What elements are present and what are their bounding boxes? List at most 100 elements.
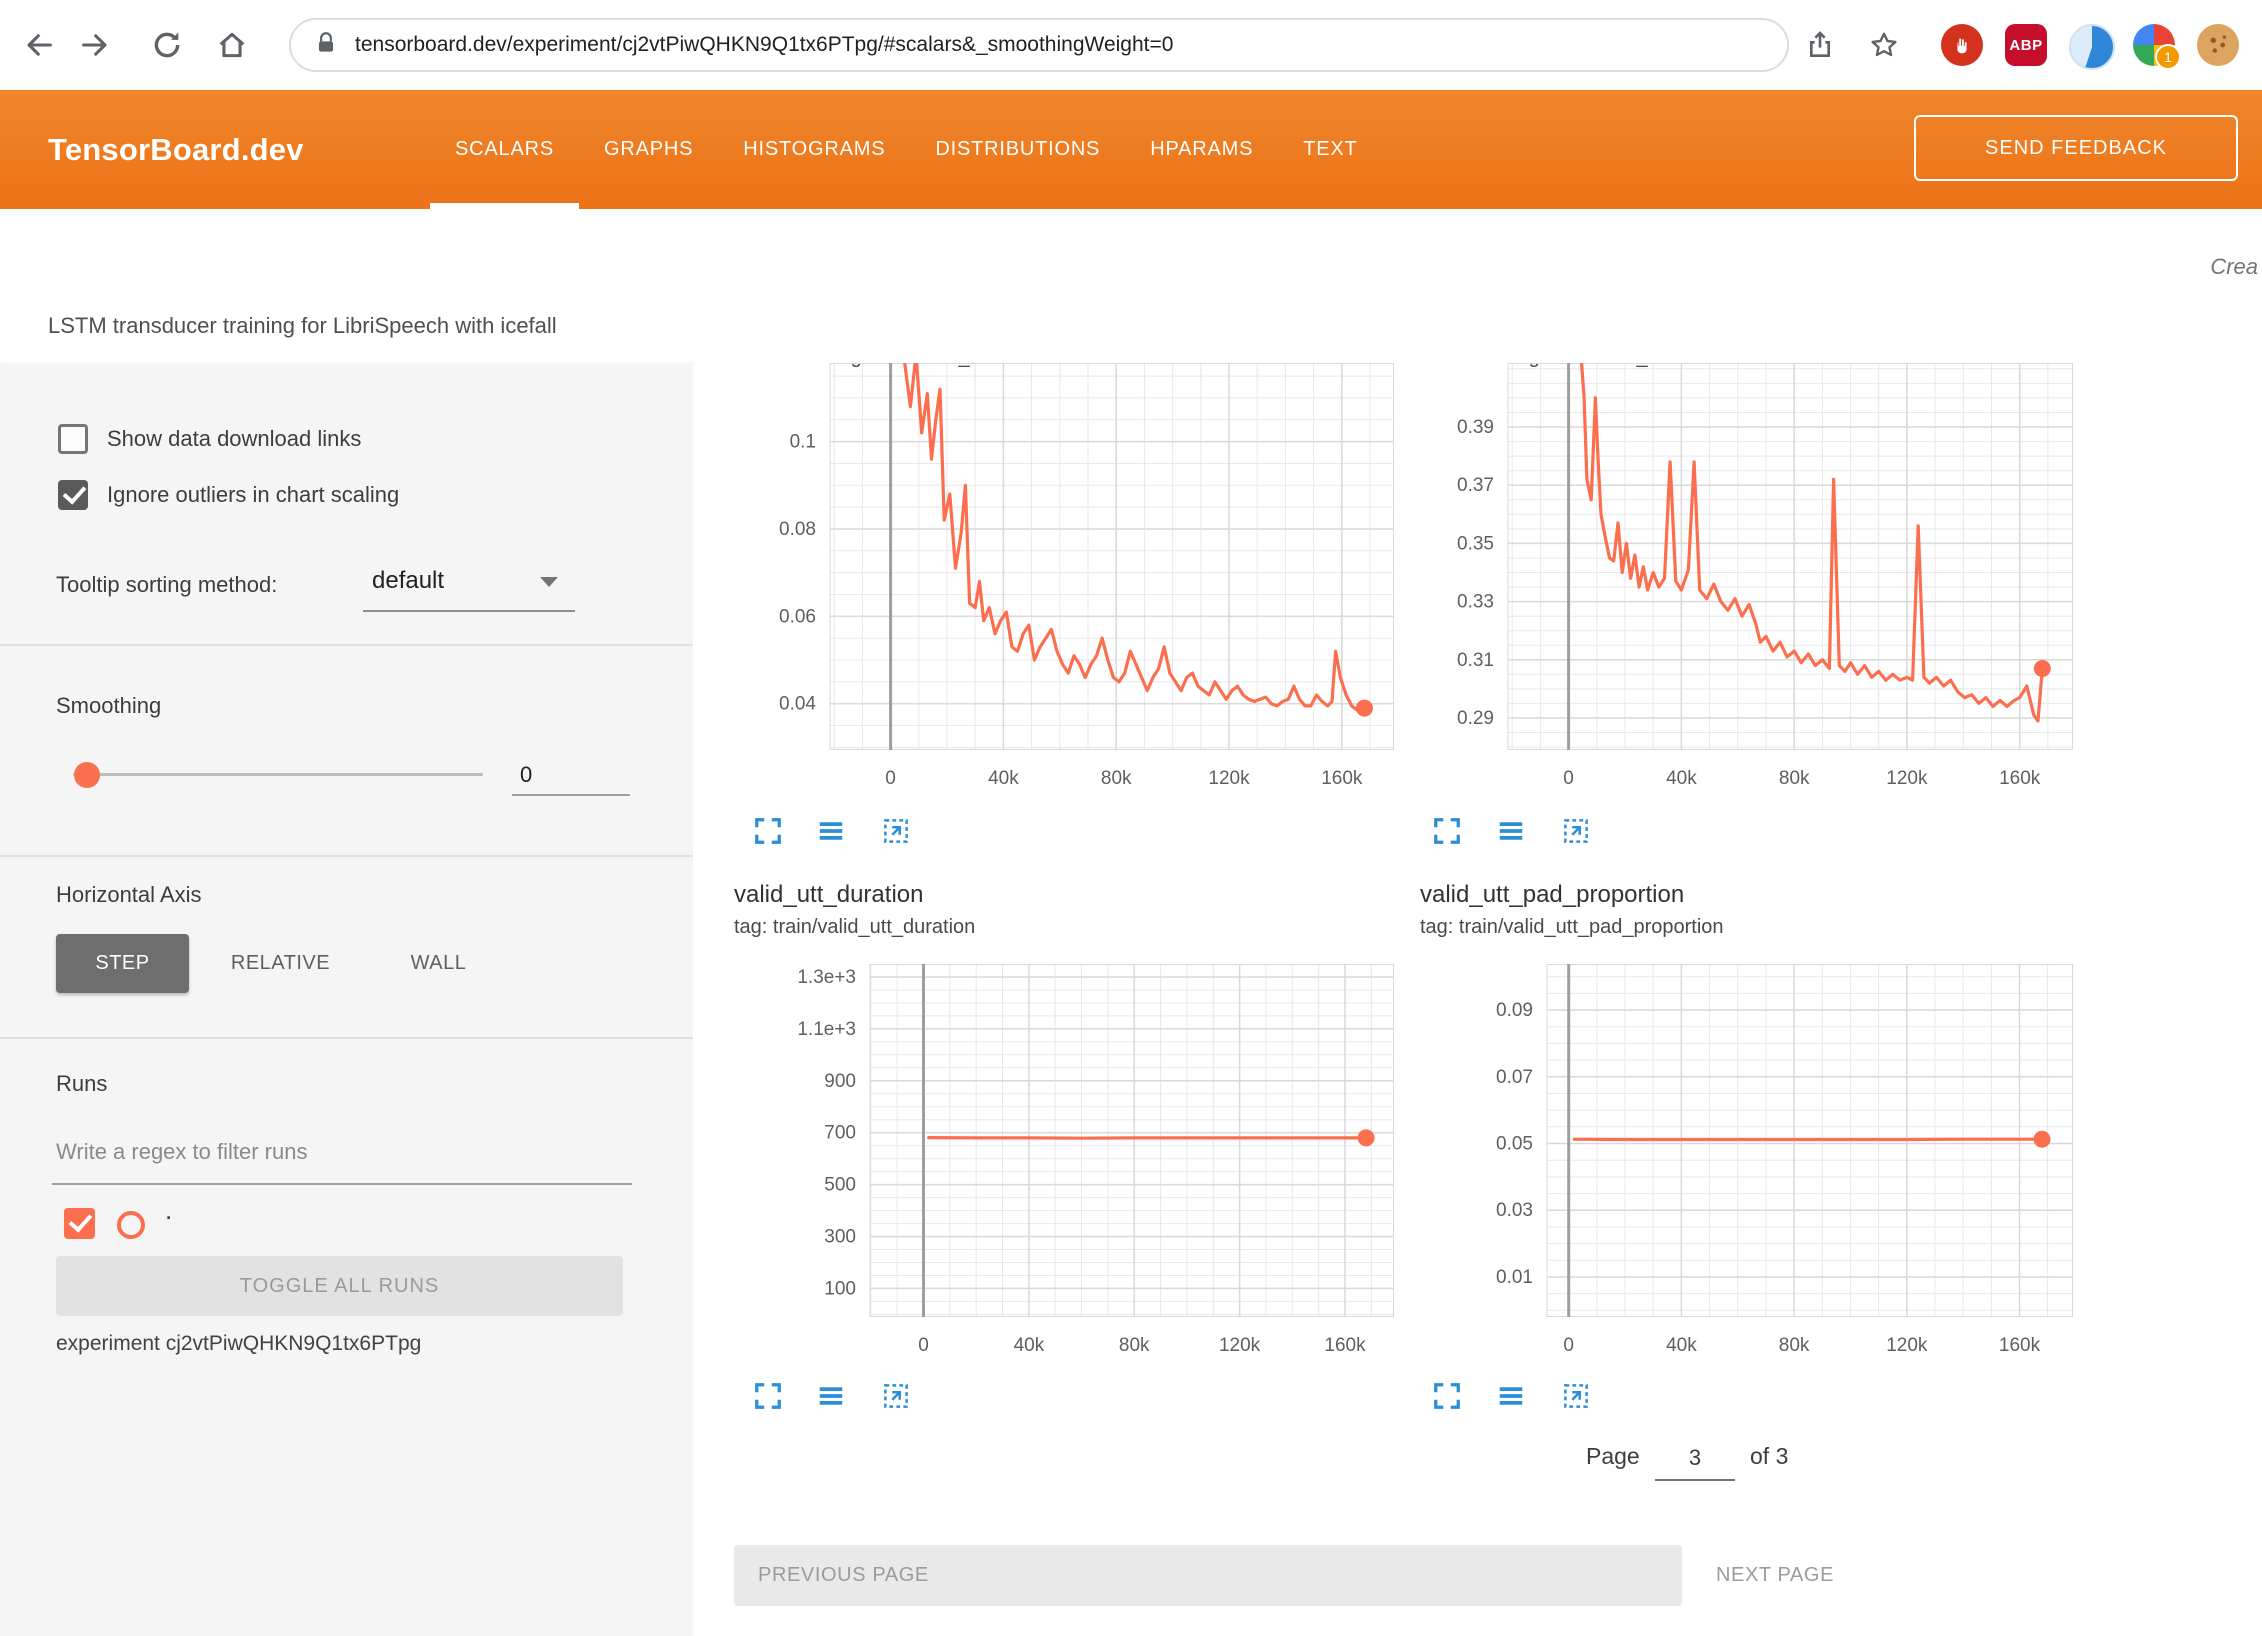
cookie-extension-icon[interactable]: [2197, 24, 2239, 66]
show-download-checkbox[interactable]: [58, 424, 88, 454]
experiment-description: LSTM transducer training for LibriSpeech…: [48, 313, 557, 339]
line-chart[interactable]: 0.010.030.050.070.09040k80k120k160k: [1442, 964, 2073, 1364]
svg-text:80k: 80k: [1779, 768, 1810, 789]
tab-distributions[interactable]: DISTRIBUTIONS: [910, 90, 1125, 209]
svg-text:0: 0: [1563, 1335, 1574, 1356]
expand-chart-button[interactable]: [751, 814, 785, 848]
settings-sidebar: Show data download links Ignore outliers…: [0, 363, 694, 1636]
next-page-button[interactable]: NEXT PAGE: [1716, 1545, 1936, 1606]
fit-domain-button[interactable]: [879, 1379, 913, 1413]
browser-toolbar: tensorboard.dev/experiment/cj2vtPiwQHKN9…: [0, 0, 2262, 91]
fit-domain-icon: [1561, 1381, 1591, 1411]
app-header: TensorBoard.dev SCALARS GRAPHS HISTOGRAM…: [0, 90, 2262, 209]
adblock-extension-icon[interactable]: [1941, 24, 1983, 66]
extension-badge: 1: [2155, 44, 2181, 70]
chevron-down-icon[interactable]: [540, 577, 558, 587]
expand-icon: [1432, 1381, 1462, 1411]
svg-text:700: 700: [824, 1123, 856, 1144]
tooltip-sorting-underline: [363, 610, 575, 612]
tooltip-sorting-select[interactable]: default: [372, 567, 444, 595]
experiment-id-label: experiment cj2vtPiwQHKN9Q1tx6PTpg: [56, 1332, 421, 1356]
runs-list-button[interactable]: [814, 814, 848, 848]
svg-text:80k: 80k: [1101, 768, 1132, 789]
axis-relative-button[interactable]: RELATIVE: [189, 934, 372, 993]
svg-text:0.07: 0.07: [1496, 1067, 1533, 1088]
fit-domain-icon: [881, 816, 911, 846]
svg-text:40k: 40k: [1666, 768, 1697, 789]
lines-icon: [816, 816, 846, 846]
page: tensorboard.dev/experiment/cj2vtPiwQHKN9…: [0, 0, 2262, 1636]
reload-icon[interactable]: [140, 18, 194, 72]
svg-text:0.29: 0.29: [1457, 708, 1494, 729]
abp-extension-icon[interactable]: ABP: [2005, 24, 2047, 66]
send-feedback-button[interactable]: SEND FEEDBACK: [1914, 115, 2238, 181]
runs-list-button[interactable]: [1494, 814, 1528, 848]
blue-extension-icon[interactable]: [2069, 24, 2115, 70]
svg-text:0.37: 0.37: [1457, 475, 1494, 496]
home-icon[interactable]: [205, 18, 259, 72]
lines-icon: [1496, 816, 1526, 846]
run-checkbox[interactable]: [64, 1208, 95, 1239]
axis-wall-button[interactable]: WALL: [372, 934, 505, 993]
back-icon[interactable]: [12, 18, 66, 72]
lines-icon: [816, 1381, 846, 1411]
svg-text:160k: 160k: [1321, 768, 1363, 789]
runs-list-button[interactable]: [814, 1379, 848, 1413]
fit-domain-button[interactable]: [879, 814, 913, 848]
svg-text:1.3e+3: 1.3e+3: [797, 967, 856, 988]
url-bar[interactable]: tensorboard.dev/experiment/cj2vtPiwQHKN9…: [289, 18, 1789, 72]
line-chart[interactable]: 1003005007009001.1e+31.3e+3040k80k120k16…: [762, 964, 1394, 1364]
svg-text:0.06: 0.06: [779, 606, 816, 627]
chart-subtitle: tag: train/valid_utt_pad_proportion: [1420, 916, 1724, 939]
smoothing-slider-thumb[interactable]: [74, 762, 100, 788]
svg-text:40k: 40k: [1666, 1335, 1697, 1356]
ignore-outliers-checkbox[interactable]: [58, 480, 88, 510]
line-chart[interactable]: 0.040.060.080.1040k80k120k160k: [745, 363, 1394, 798]
tab-scalars[interactable]: SCALARS: [430, 90, 579, 209]
lock-icon[interactable]: [313, 30, 339, 61]
bookmark-star-icon[interactable]: [1857, 18, 1911, 72]
tab-graphs[interactable]: GRAPHS: [579, 90, 718, 209]
tab-hparams[interactable]: HPARAMS: [1125, 90, 1278, 209]
charts-panel: tag: train/valid_… tag: train/valid_… 0.…: [693, 363, 2262, 1636]
svg-text:0.03: 0.03: [1496, 1200, 1533, 1221]
url-text[interactable]: tensorboard.dev/experiment/cj2vtPiwQHKN9…: [355, 33, 1173, 57]
fit-domain-button[interactable]: [1559, 1379, 1593, 1413]
axis-step-button[interactable]: STEP: [56, 934, 189, 993]
svg-text:160k: 160k: [1999, 1335, 2041, 1356]
svg-text:900: 900: [824, 1071, 856, 1092]
svg-text:0.31: 0.31: [1457, 650, 1494, 671]
previous-page-button[interactable]: PREVIOUS PAGE: [734, 1545, 1682, 1606]
fit-domain-button[interactable]: [1559, 814, 1593, 848]
smoothing-slider-track[interactable]: [73, 773, 483, 776]
svg-text:0.05: 0.05: [1496, 1134, 1533, 1155]
expand-chart-button[interactable]: [1430, 814, 1464, 848]
svg-text:40k: 40k: [988, 768, 1019, 789]
page-number-input[interactable]: 3: [1655, 1445, 1735, 1481]
smoothing-label: Smoothing: [56, 693, 161, 719]
share-icon[interactable]: [1793, 18, 1847, 72]
runs-filter-input[interactable]: Write a regex to filter runs: [56, 1139, 307, 1165]
toggle-all-runs-button[interactable]: TOGGLE ALL RUNS: [56, 1256, 623, 1316]
line-chart[interactable]: 0.290.310.330.350.370.39040k80k120k160k: [1420, 363, 2073, 798]
expand-chart-button[interactable]: [1430, 1379, 1464, 1413]
tooltip-sorting-label: Tooltip sorting method:: [56, 572, 277, 598]
brand-logo[interactable]: TensorBoard.dev: [48, 90, 304, 209]
lines-icon: [1496, 1381, 1526, 1411]
svg-text:160k: 160k: [1324, 1335, 1366, 1356]
subheader: Crea LSTM transducer training for LibriS…: [0, 209, 2262, 363]
svg-text:0.09: 0.09: [1496, 1000, 1533, 1021]
profile-avatar[interactable]: 1: [2133, 24, 2175, 66]
svg-text:0.01: 0.01: [1496, 1267, 1533, 1288]
runs-filter-underline: [52, 1183, 632, 1185]
chart-title: valid_utt_duration: [734, 881, 923, 909]
smoothing-value-input[interactable]: 0: [512, 762, 630, 796]
runs-list-button[interactable]: [1494, 1379, 1528, 1413]
svg-text:160k: 160k: [1999, 768, 2041, 789]
tab-histograms[interactable]: HISTOGRAMS: [718, 90, 910, 209]
tab-text[interactable]: TEXT: [1278, 90, 1382, 209]
expand-chart-button[interactable]: [751, 1379, 785, 1413]
svg-text:0.39: 0.39: [1457, 417, 1494, 438]
svg-text:1.1e+3: 1.1e+3: [797, 1019, 856, 1040]
forward-icon[interactable]: [68, 18, 122, 72]
